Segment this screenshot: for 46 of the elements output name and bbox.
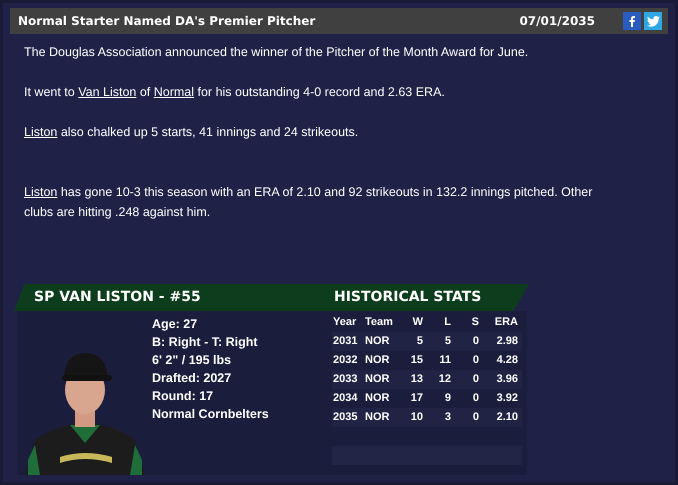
news-paragraph: Liston has gone 10-3 this season with an ERA of 2.10 and 92 strikeouts in 132.2 innings pitched. Other clubs are hitting .248 against him. xyxy=(24,184,594,221)
facebook-icon xyxy=(629,16,635,26)
bio-line: Normal Cornbelters xyxy=(152,406,269,423)
table-cell: 13 xyxy=(398,370,424,389)
name-link[interactable]: Normal xyxy=(154,85,194,99)
news-date: 07/01/2035 xyxy=(519,13,595,30)
table-cell: 0 xyxy=(452,332,480,351)
column-header: ERA xyxy=(494,315,519,330)
table-cell: 2035 xyxy=(332,408,364,427)
table-cell: 10 xyxy=(398,408,424,427)
bio-line: Round: 17 xyxy=(152,388,214,405)
news-headline: Normal Starter Named DA's Premier Pitcher xyxy=(18,13,316,30)
table-cell: 2.10 xyxy=(480,408,522,427)
twitter-button[interactable] xyxy=(644,12,662,30)
column-header: W xyxy=(412,315,424,330)
column-header: Team xyxy=(364,315,394,330)
table-cell: 3 xyxy=(424,408,452,427)
bird-icon xyxy=(646,16,660,26)
column-header: S xyxy=(470,315,480,330)
stats-heading: HISTORICAL STATS xyxy=(334,288,482,307)
bio-line: B: Right - T: Right xyxy=(152,334,258,351)
column-header: Year xyxy=(332,315,358,330)
table-cell: NOR xyxy=(364,332,398,351)
name-link[interactable]: Van Liston xyxy=(78,85,136,99)
bio-line: Drafted: 2027 xyxy=(152,370,232,387)
news-paragraph: It went to Van Liston of Normal for his outstanding 4-0 record and 2.63 ERA. xyxy=(24,84,446,101)
table-cell: NOR xyxy=(364,408,398,427)
name-link[interactable]: Liston xyxy=(24,185,58,199)
table-cell: 0 xyxy=(452,408,480,427)
table-cell: NOR xyxy=(364,370,398,389)
name-link[interactable]: Liston xyxy=(24,125,58,139)
table-cell: 2033 xyxy=(332,370,364,389)
table-cell: 12 xyxy=(424,370,452,389)
player-heading: SP VAN LISTON - #55 xyxy=(34,288,202,307)
bio-line: Age: 27 xyxy=(152,316,198,333)
column-header: L xyxy=(443,315,452,330)
bio-line: 6' 2" / 195 lbs xyxy=(152,352,232,369)
table-cell: 3.96 xyxy=(480,370,522,389)
table-cell: 5 xyxy=(398,332,424,351)
facebook-button[interactable] xyxy=(623,12,641,30)
news-paragraph: Liston also chalked up 5 starts, 41 innings and 24 strikeouts. xyxy=(24,124,360,141)
table-cell: 2.98 xyxy=(480,332,522,351)
table-cell: 5 xyxy=(424,332,452,351)
news-paragraph: The Douglas Association announced the winner of the Pitcher of the Month Award for June. xyxy=(24,44,530,61)
table-cell: 0 xyxy=(452,370,480,389)
table-cell: 2031 xyxy=(332,332,364,351)
